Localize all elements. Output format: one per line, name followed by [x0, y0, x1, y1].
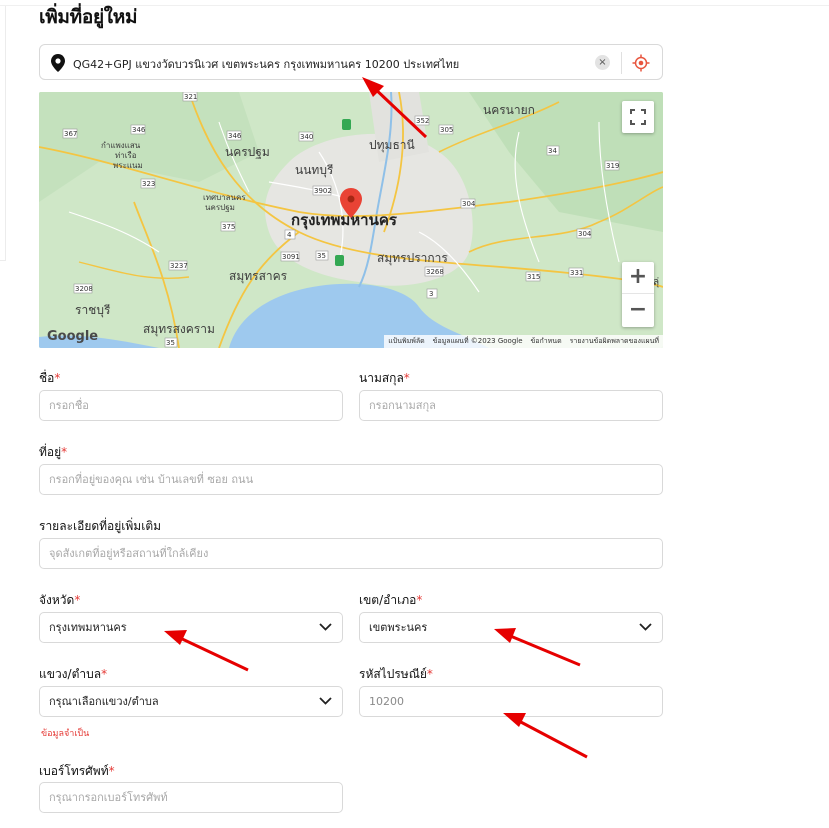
svg-text:3268: 3268: [426, 268, 444, 276]
map-label: นครปฐม: [205, 203, 235, 212]
svg-text:3902: 3902: [314, 187, 332, 195]
map-label: ปทุมธานี: [369, 138, 415, 153]
address-detail-input[interactable]: จุดสังเกตที่อยู่หรือสถานที่ใกล้เคียง: [39, 538, 663, 569]
svg-text:315: 315: [527, 273, 540, 281]
province-select[interactable]: กรุงเทพมหานคร: [39, 612, 343, 643]
subdistrict-label: แขวง/ตำบล*: [39, 667, 108, 681]
chevron-down-icon: [319, 623, 332, 631]
last-name-input[interactable]: กรอกนามสกุล: [359, 390, 663, 421]
close-icon[interactable]: ×: [595, 55, 610, 70]
map-label: นนทบุรี: [295, 163, 334, 178]
map-label: เทศบาลนคร: [203, 193, 246, 202]
svg-text:305: 305: [440, 126, 453, 134]
svg-text:323: 323: [142, 180, 155, 188]
map-label: นครนายก: [483, 103, 535, 117]
svg-text:3: 3: [429, 290, 433, 298]
zoom-controls: + −: [622, 262, 654, 327]
subdistrict-select[interactable]: กรุณาเลือกแขวง/ตำบล: [39, 686, 343, 717]
address-search-bar[interactable]: QG42+GPJ แขวงวัดบวรนิเวศ เขตพระนคร กรุงเ…: [39, 44, 663, 80]
map-label: กรุงเทพมหานคร: [291, 211, 398, 230]
locate-icon[interactable]: [632, 54, 650, 72]
zoom-out-button[interactable]: −: [622, 295, 654, 327]
first-name-label: ชื่อ*: [39, 371, 61, 385]
postal-code-input[interactable]: 10200: [359, 686, 663, 717]
svg-text:346: 346: [132, 126, 146, 134]
svg-text:35: 35: [166, 339, 175, 347]
map-data-credit: ข้อมูลแผนที่ ©2023 Google: [432, 337, 523, 345]
svg-text:35: 35: [317, 252, 326, 260]
svg-text:352: 352: [416, 117, 429, 125]
svg-text:3237: 3237: [170, 262, 188, 270]
map-label: สมุทรสาคร: [229, 269, 288, 284]
phone-label: เบอร์โทรศัพท์*: [39, 764, 115, 778]
svg-text:4: 4: [287, 231, 292, 239]
district-label: เขต/อำเภอ*: [359, 593, 423, 607]
chevron-down-icon: [319, 697, 332, 705]
address-detail-label: รายละเอียดที่อยู่เพิ่มเติม: [39, 519, 162, 533]
map-attribution: แป้นพิมพ์ลัด ข้อมูลแผนที่ ©2023 Google ข…: [384, 335, 663, 348]
map[interactable]: นครนายก ปทุมธานี นครปฐม นนทบุรี กำแพงแสน…: [39, 92, 663, 348]
first-name-input[interactable]: กรอกชื่อ: [39, 390, 343, 421]
district-value: เขตพระนคร: [369, 621, 428, 634]
svg-text:346: 346: [228, 132, 242, 140]
svg-text:34: 34: [548, 147, 557, 155]
fullscreen-button[interactable]: [622, 101, 654, 133]
svg-text:3091: 3091: [282, 253, 300, 261]
chevron-down-icon: [639, 623, 652, 631]
svg-text:304: 304: [578, 230, 592, 238]
province-value: กรุงเทพมหานคร: [49, 621, 127, 634]
address-input[interactable]: กรอกที่อยู่ของคุณ เช่น บ้านเลขที่ ซอย ถน…: [39, 464, 663, 495]
subdistrict-error: ข้อมูลจำเป็น: [41, 729, 90, 739]
map-pin-icon: [51, 54, 65, 72]
svg-text:304: 304: [462, 200, 476, 208]
map-label: ราชบุรี: [75, 303, 111, 318]
fullscreen-icon: [630, 109, 646, 125]
svg-text:3208: 3208: [75, 285, 93, 293]
divider: [621, 52, 622, 74]
terms-link[interactable]: ข้อกำหนด: [531, 336, 562, 347]
svg-text:321: 321: [184, 93, 197, 101]
annotation-arrow: [516, 718, 588, 759]
map-label: กำแพงแสน: [101, 141, 141, 150]
background-panel-edge: [0, 6, 6, 261]
svg-text:331: 331: [570, 269, 583, 277]
map-label: นครปฐม: [225, 145, 270, 159]
page-title: เพิ่มที่อยู่ใหม่: [39, 6, 138, 28]
address-label: ที่อยู่*: [39, 445, 68, 459]
last-name-label: นามสกุล*: [359, 371, 410, 385]
map-label: สมุทรปราการ: [377, 251, 448, 266]
postal-code-label: รหัสไปรษณีย์*: [359, 667, 433, 681]
map-canvas: นครนายก ปทุมธานี นครปฐม นนทบุรี กำแพงแสน…: [39, 92, 663, 348]
phone-input[interactable]: กรุณากรอกเบอร์โทรศัพท์: [39, 782, 343, 813]
report-error-link[interactable]: รายงานข้อผิดพลาดของแผนที่: [570, 336, 659, 347]
subdistrict-value: กรุณาเลือกแขวง/ตำบล: [49, 695, 159, 708]
map-label: พระแนม: [113, 161, 143, 170]
map-label: ท่าเรือ: [115, 151, 137, 160]
svg-text:375: 375: [222, 223, 235, 231]
district-select[interactable]: เขตพระนคร: [359, 612, 663, 643]
zoom-in-button[interactable]: +: [622, 262, 654, 294]
map-label: สมุทรสงคราม: [143, 322, 215, 337]
svg-text:319: 319: [606, 162, 619, 170]
svg-text:367: 367: [64, 130, 77, 138]
province-label: จังหวัด*: [39, 593, 81, 607]
address-search-value[interactable]: QG42+GPJ แขวงวัดบวรนิเวศ เขตพระนคร กรุงเ…: [73, 55, 459, 73]
svg-text:340: 340: [300, 133, 313, 141]
google-logo: Google: [47, 329, 99, 344]
keyboard-shortcuts-link[interactable]: แป้นพิมพ์ลัด: [388, 336, 424, 347]
